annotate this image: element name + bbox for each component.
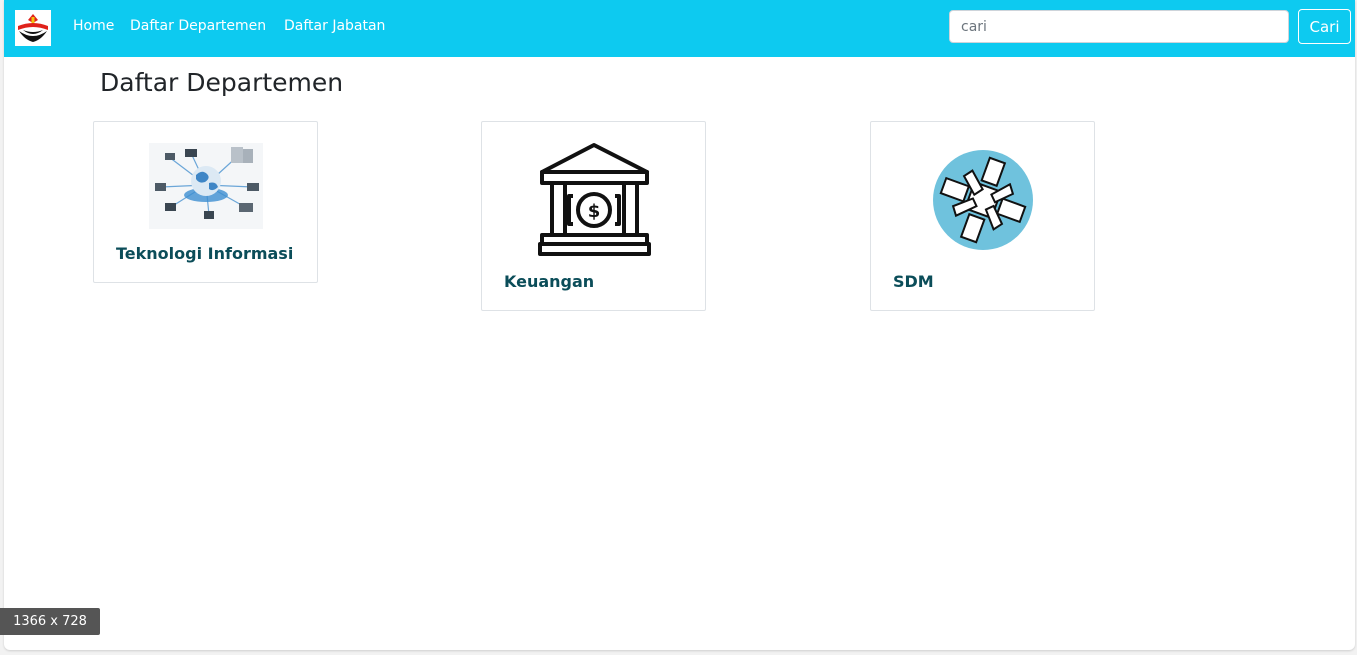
screen-size-badge: 1366 x 728 xyxy=(0,608,100,635)
nav-link-daftar-jabatan[interactable]: Daftar Jabatan xyxy=(284,17,385,35)
search-button[interactable]: Cari xyxy=(1298,9,1351,44)
page-title: Daftar Departemen xyxy=(100,68,344,97)
department-card-sdm[interactable]: SDM xyxy=(870,121,1095,311)
nav-link-home[interactable]: Home xyxy=(73,17,114,35)
page: Home Daftar Departemen Daftar Jabatan Ca… xyxy=(4,0,1355,650)
navbar: Home Daftar Departemen Daftar Jabatan Ca… xyxy=(4,0,1355,57)
network-globe-icon xyxy=(149,143,263,229)
joined-hands-icon xyxy=(929,146,1037,254)
nav-link-daftar-departemen[interactable]: Daftar Departemen xyxy=(130,17,266,35)
department-card-teknologi-informasi[interactable]: Teknologi Informasi xyxy=(93,121,318,283)
department-card-title: SDM xyxy=(893,272,934,291)
department-card-keuangan[interactable]: $ Keuangan xyxy=(481,121,706,311)
department-card-title: Keuangan xyxy=(504,272,595,291)
department-card-title: Teknologi Informasi xyxy=(116,244,294,263)
upi-logo-icon[interactable] xyxy=(15,10,51,46)
search-input[interactable] xyxy=(949,10,1289,43)
bank-icon: $ xyxy=(537,142,652,259)
svg-text:$: $ xyxy=(588,201,601,222)
